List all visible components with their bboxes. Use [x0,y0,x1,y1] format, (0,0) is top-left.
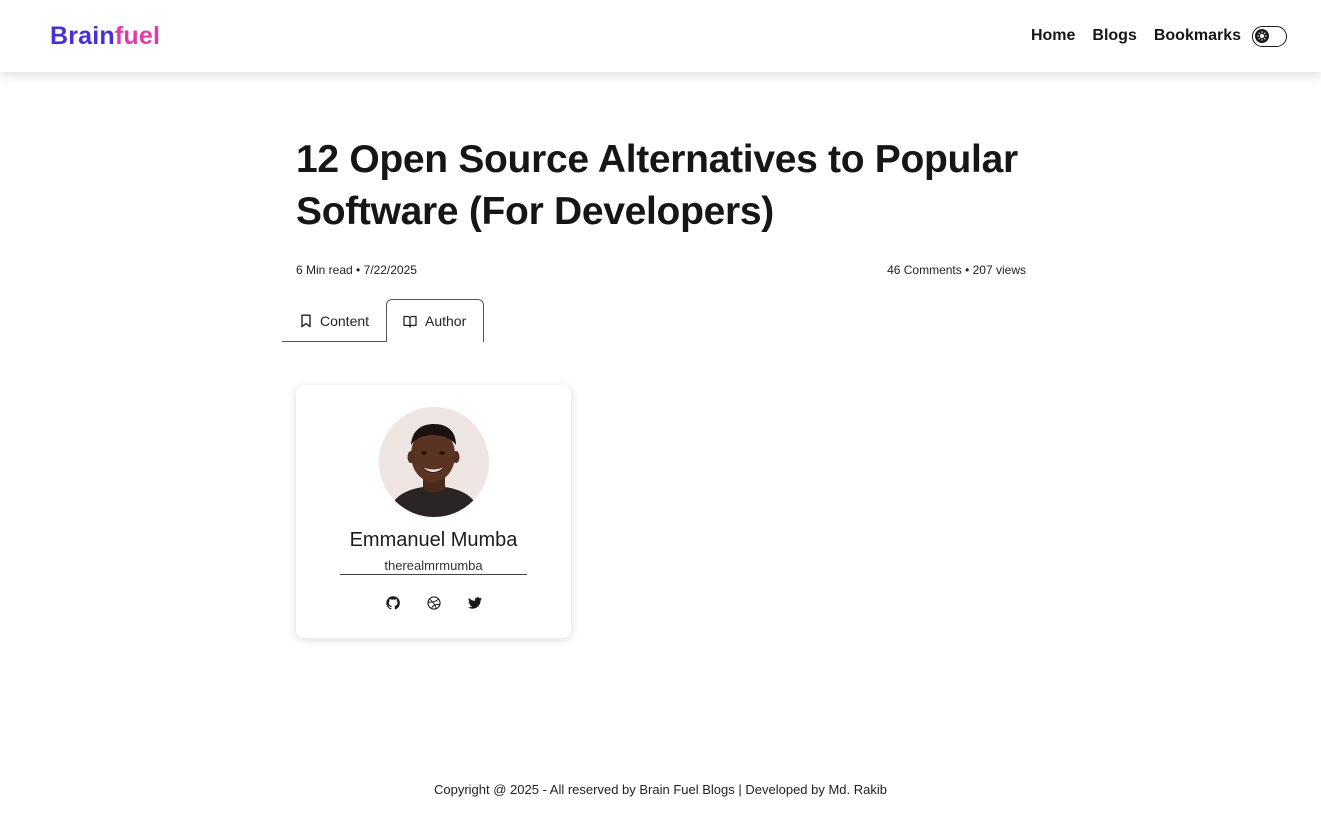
article-tabs: Content Author [282,299,484,342]
tab-author[interactable]: Author [386,299,484,342]
github-icon[interactable] [385,595,400,610]
author-handle-link[interactable]: therealmrmumba [340,558,527,575]
tab-content-label: Content [320,312,370,329]
nav-link-bookmarks[interactable]: Bookmarks [1154,27,1241,45]
footer-copyright: Copyright @ 2025 - All reserved by Brain… [433,782,887,797]
article-title: 12 Open Source Alternatives to Popular S… [296,138,1018,233]
read-time-date: 6 Min read • 7/22/2025 [296,263,417,277]
author-name: Emmanuel Mumba [349,529,518,551]
theme-toggle[interactable] [1252,25,1287,47]
footer: Copyright @ 2025 - All reserved by Brain… [0,782,1321,797]
social-links [385,595,482,610]
dribbble-icon[interactable] [426,595,441,610]
author-avatar [378,407,489,517]
tab-content[interactable]: Content [282,300,386,342]
twitter-icon[interactable] [467,595,482,610]
bookmark-icon [301,314,311,327]
article-meta: 6 Min read • 7/22/2025 46 Comments • 207… [296,263,1026,277]
article-header: 12 Open Source Alternatives to Popular S… [296,134,1026,277]
sun-icon [1255,28,1269,43]
tab-author-label: Author [425,313,467,329]
nav-link-blogs[interactable]: Blogs [1092,27,1136,45]
brand-logo[interactable]: Brainfuel [50,22,160,51]
nav-menu: Home Blogs Bookmarks [1031,25,1287,47]
brand-logo-part1: Brain [50,21,115,50]
open-book-icon [403,315,417,328]
brand-logo-part2: fuel [114,21,161,50]
comments-views: 46 Comments • 207 views [887,263,1026,277]
author-card: Emmanuel Mumba therealmrmumba [296,385,571,638]
navbar: Brainfuel Home Blogs Bookmarks [0,0,1321,72]
nav-link-home[interactable]: Home [1031,27,1075,45]
